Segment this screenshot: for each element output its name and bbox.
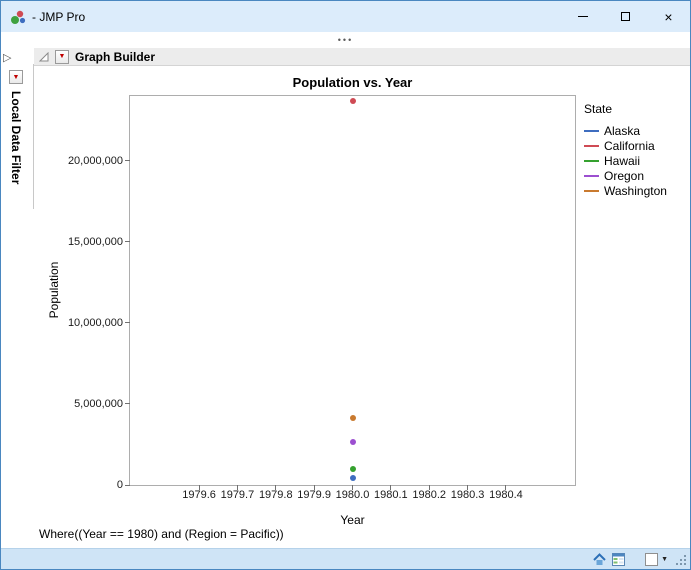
x-tick-label: 1980.3 (451, 489, 485, 501)
x-tick-label: 1979.9 (297, 489, 331, 501)
x-axis-label: Year (129, 513, 576, 527)
legend-item[interactable]: Oregon (584, 168, 667, 183)
status-bar: ▼ (1, 548, 690, 569)
data-point[interactable] (350, 98, 356, 104)
x-tick-label: 1979.8 (259, 489, 293, 501)
legend-swatch (584, 130, 599, 132)
close-icon: × (664, 10, 672, 24)
legend: State AlaskaCaliforniaHawaiiOregonWashin… (584, 102, 667, 198)
y-tick (125, 403, 130, 404)
jmp-app-icon (10, 9, 26, 25)
resize-grip-dots (684, 563, 686, 565)
window-title: - JMP Pro (32, 10, 85, 24)
legend-label: California (604, 139, 655, 153)
y-tick-label: 5,000,000 (74, 398, 123, 410)
legend-items: AlaskaCaliforniaHawaiiOregonWashington (584, 123, 667, 198)
window-titlebar: - JMP Pro × (1, 1, 690, 32)
legend-title: State (584, 102, 667, 116)
window-selector-dropdown-icon[interactable]: ▼ (661, 556, 668, 563)
y-tick (125, 160, 130, 161)
x-tick-label: 1980.4 (489, 489, 523, 501)
data-point[interactable] (350, 439, 356, 445)
y-tick (125, 241, 130, 242)
report-column: ▼ Graph Builder Population vs. Year Popu… (34, 48, 690, 548)
where-clause-text: Where((Year == 1980) and (Region = Pacif… (39, 527, 284, 541)
local-data-filter-menu-button[interactable]: ▼ (9, 70, 23, 84)
graph-builder-disclosure-icon[interactable] (39, 52, 49, 62)
chart-title: Population vs. Year (129, 75, 576, 90)
maximize-icon (621, 12, 630, 21)
legend-item[interactable]: Washington (584, 183, 667, 198)
graph-builder-header: ▼ Graph Builder (34, 48, 690, 66)
resize-grip[interactable] (675, 552, 687, 566)
x-tick-label: 1979.7 (221, 489, 255, 501)
legend-item[interactable]: California (584, 138, 667, 153)
y-tick-label: 20,000,000 (68, 155, 123, 167)
y-tick-label: 10,000,000 (68, 317, 123, 329)
data-table-icon[interactable] (612, 553, 625, 566)
window-body: ▷ ▼ Local Data Filter ▼ Graph Builder P (1, 48, 690, 548)
legend-item[interactable]: Hawaii (584, 153, 667, 168)
legend-item[interactable]: Alaska (584, 123, 667, 138)
data-point[interactable] (350, 415, 356, 421)
plot-area[interactable]: 1979.61979.71979.81979.91980.01980.11980… (129, 95, 576, 486)
window-controls: × (561, 1, 690, 32)
minimize-button[interactable] (561, 1, 604, 32)
red-triangle-icon: ▼ (13, 74, 20, 81)
data-point[interactable] (350, 475, 356, 481)
x-tick-label: 1980.0 (336, 489, 370, 501)
y-tick (125, 485, 130, 486)
legend-swatch (584, 145, 599, 147)
chart-region: Population vs. Year Population 1979.6197… (34, 66, 690, 548)
filter-panel-collapse-icon[interactable]: ▷ (3, 51, 11, 64)
home-icon[interactable] (593, 553, 606, 566)
legend-label: Alaska (604, 124, 640, 138)
window-selector-box[interactable] (645, 553, 658, 566)
red-triangle-icon: ▼ (59, 53, 66, 60)
legend-label: Washington (604, 184, 667, 198)
y-tick (125, 322, 130, 323)
maximize-button[interactable] (604, 1, 647, 32)
local-data-filter-label: Local Data Filter (9, 91, 23, 184)
local-data-filter-panel: ▷ ▼ Local Data Filter (1, 48, 34, 548)
x-tick-label: 1980.2 (412, 489, 446, 501)
toolbar-gripper[interactable]: ••• (1, 32, 690, 48)
y-axis-label: Population (47, 262, 61, 319)
y-tick-label: 15,000,000 (68, 236, 123, 248)
close-button[interactable]: × (647, 1, 690, 32)
legend-swatch (584, 175, 599, 177)
x-tick-label: 1980.1 (374, 489, 408, 501)
legend-swatch (584, 190, 599, 192)
graph-builder-title: Graph Builder (75, 50, 155, 64)
minimize-icon (578, 16, 588, 17)
legend-swatch (584, 160, 599, 162)
jmp-window: - JMP Pro × ••• ▷ ▼ Local Data Filter (0, 0, 691, 570)
legend-label: Oregon (604, 169, 644, 183)
y-tick-label: 0 (117, 479, 123, 491)
graph-builder-menu-button[interactable]: ▼ (55, 50, 69, 64)
legend-label: Hawaii (604, 154, 640, 168)
data-point[interactable] (350, 466, 356, 472)
x-tick-label: 1979.6 (182, 489, 216, 501)
toolbar-dots-icon: ••• (338, 35, 353, 45)
